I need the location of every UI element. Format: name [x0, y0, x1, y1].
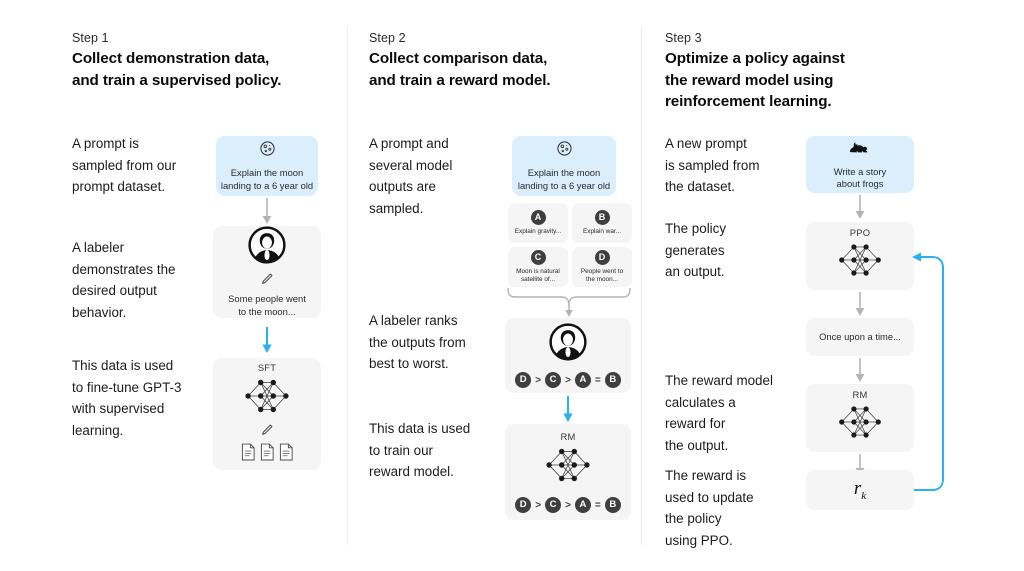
step-3-paragraph-4: The reward is used to update the policy … — [665, 468, 754, 548]
step-3-arrow-2 — [855, 292, 865, 316]
column-divider-1 — [347, 26, 348, 545]
step-2-ranking-box: D > C > A = B — [505, 318, 631, 393]
step-3-prompt-box: Write a story about frogs — [806, 136, 914, 193]
rank-chip-4: B — [604, 372, 621, 388]
step-1-blue-arrow — [262, 327, 272, 353]
rm-ranking-row: D > C > A = B — [515, 497, 621, 513]
output-text-d: People went to the moon... — [580, 268, 624, 283]
step-1-paragraph-2: A labeler demonstrates the desired outpu… — [72, 240, 176, 320]
step-1-sft-title: SFT — [257, 362, 277, 373]
output-card-c: C Moon is natural satellite of... — [508, 247, 568, 287]
step-2-title: Collect comparison data, and train a rew… — [369, 50, 551, 89]
moon-icon — [259, 140, 276, 162]
step-1-arrow-1 — [262, 198, 272, 224]
rank-chip-3: A — [574, 372, 591, 388]
step-2-prompt-box: Explain the moon landing to a 6 year old — [512, 136, 616, 196]
step-1-sft-box: SFT — [213, 358, 321, 470]
step-3-ppo-title: PPO — [849, 227, 871, 238]
output-letter-a: A — [530, 210, 546, 225]
neural-network-icon — [833, 240, 887, 285]
step-3-paragraph-3: The reward model calculates a reward for… — [665, 373, 773, 453]
neural-network-icon — [833, 402, 887, 447]
output-letter-d: D — [594, 250, 610, 265]
step-1-paragraph-3: This data is used to fine-tune GPT-3 wit… — [72, 358, 182, 438]
step-1-demonstration-caption: Some people went to the moon... — [228, 293, 306, 317]
rm-rank-chip-3: A — [574, 497, 591, 513]
labeler-avatar-icon — [248, 226, 286, 269]
output-text-a: Explain gravity... — [514, 228, 562, 235]
step-2-rm-title: RM — [560, 431, 576, 442]
rm-rank-operator-1: > — [535, 499, 542, 511]
rm-rank-chip-2: C — [545, 497, 562, 513]
ranking-row: D > C > A = B — [515, 372, 621, 388]
step-3-paragraph-2: The policy generates an output. — [665, 221, 727, 279]
step-1-prompt-caption: Explain the moon landing to a 6 year old — [220, 167, 314, 191]
step-2-rm-box: RM D > C > A = B — [505, 424, 631, 520]
step-3-arrow-3 — [855, 358, 865, 382]
rank-chip-2: C — [545, 372, 562, 388]
step-3-arrow-1 — [855, 195, 865, 219]
diagram-canvas: Step 1 Collect demonstration data, and t… — [0, 0, 1024, 571]
step-3-rm-title: RM — [852, 389, 868, 400]
rm-rank-chip-1: D — [515, 497, 532, 513]
step-2-paragraph-1: A prompt and several model outputs are s… — [369, 136, 453, 216]
step-3-reward-box: rk — [806, 470, 914, 510]
output-card-b: B Explain war... — [572, 203, 632, 243]
step-3-output-box: Once upon a time... — [806, 318, 914, 356]
document-icon — [260, 443, 275, 466]
step-2-label: Step 2 — [369, 31, 406, 45]
step-2-prompt-caption: Explain the moon landing to a 6 year old — [517, 167, 611, 191]
step-3-ppo-box: PPO — [806, 222, 914, 290]
output-card-d: D People went to the moon... — [572, 247, 632, 287]
step-1-demonstration-box: Some people went to the moon... — [213, 226, 321, 318]
step-1-title: Collect demonstration data, and train a … — [72, 50, 282, 89]
step-3-output-caption: Once upon a time... — [819, 330, 901, 342]
frog-icon — [847, 139, 873, 161]
rm-rank-operator-3: = — [594, 499, 601, 511]
step-3-paragraph-1: A new prompt is sampled from the dataset… — [665, 136, 760, 194]
pencil-icon — [260, 423, 274, 442]
step-3-title: Optimize a policy against the reward mod… — [665, 50, 845, 110]
rank-chip-1: D — [515, 372, 532, 388]
pencil-icon — [260, 272, 274, 291]
step-3-rm-box: RM — [806, 384, 914, 452]
step-1-prompt-box: Explain the moon landing to a 6 year old — [216, 136, 318, 196]
step-1-label: Step 1 — [72, 31, 109, 45]
step-2-blue-arrow — [563, 396, 573, 422]
moon-icon — [556, 140, 573, 162]
labeler-avatar-icon — [549, 323, 587, 366]
output-letter-c: C — [530, 250, 546, 265]
output-text-c: Moon is natural satellite of... — [516, 268, 560, 283]
ppo-feedback-loop-arrow — [912, 252, 944, 491]
neural-network-icon — [240, 375, 294, 422]
step-3-label: Step 3 — [665, 31, 702, 45]
rm-rank-operator-2: > — [565, 499, 571, 511]
rank-operator-1: > — [535, 374, 542, 386]
document-icon — [241, 443, 256, 466]
rank-operator-2: > — [565, 374, 571, 386]
step-2-brace-arrow — [507, 288, 631, 317]
neural-network-icon — [541, 444, 595, 491]
step-2-paragraph-3: This data is used to train our reward mo… — [369, 421, 471, 479]
step-3-prompt-caption: Write a story about frogs — [833, 165, 887, 189]
rm-rank-chip-4: B — [604, 497, 621, 513]
rank-operator-3: = — [594, 374, 601, 386]
column-divider-2 — [641, 26, 642, 545]
step-1-paragraph-1: A prompt is sampled from our prompt data… — [72, 136, 177, 194]
document-stack — [241, 443, 294, 466]
step-2-paragraph-2: A labeler ranks the outputs from best to… — [369, 313, 466, 371]
reward-symbol: rk — [854, 478, 866, 502]
document-icon — [279, 443, 294, 466]
output-text-b: Explain war... — [582, 228, 621, 235]
output-card-a: A Explain gravity... — [508, 203, 568, 243]
reward-symbol-subscript: k — [861, 489, 867, 502]
output-letter-b: B — [594, 210, 610, 225]
